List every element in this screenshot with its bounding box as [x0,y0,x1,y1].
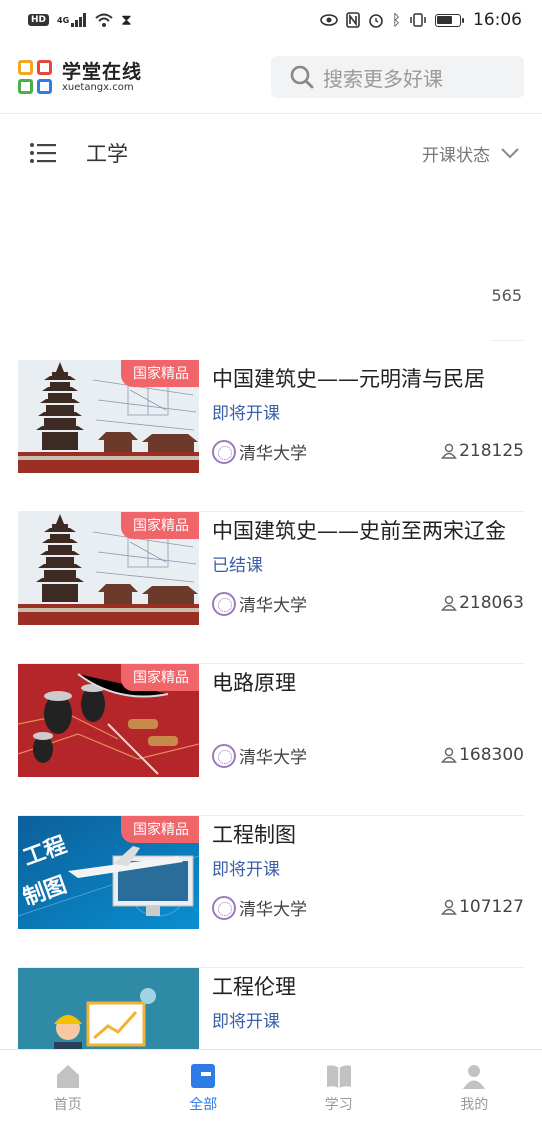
header-divider [0,113,542,114]
logo-title: 学堂在线 [62,60,143,83]
result-count: 565 [491,286,522,305]
status-right: ᛒ 16:06 [320,10,522,30]
bluetooth-icon: ᛒ [391,10,401,29]
eye-icon [320,14,338,26]
course-card[interactable]: 国家精品 电路原理清华大学 168300 [18,664,524,816]
students-icon [441,443,457,459]
tab-profile[interactable]: 我的 [407,1050,542,1125]
course-title[interactable]: 工程伦理 [212,971,296,1001]
hourglass-icon: ⧗ [121,10,132,29]
search-icon [290,65,314,89]
course-thumbnail[interactable]: 国家精品 [18,360,199,473]
course-thumbnail[interactable]: 国家精品 [18,664,199,777]
search-box[interactable]: 搜索更多好课 [271,56,524,98]
students-icon [441,595,457,611]
profile-icon [463,1064,486,1089]
battery-icon [435,13,464,27]
course-status: 已结课 [212,556,263,576]
course-school: 清华大学 [212,591,307,616]
students-icon [441,747,457,763]
tab-book[interactable]: 学习 [271,1050,407,1125]
status-left: HD 4G ⧗ [28,10,132,29]
signal-icon [71,13,87,27]
course-card[interactable]: 工程 制图 国家精品 工程制图即将开课清华大学 107127 [18,816,524,968]
bottom-tab-bar: 首页 全部 学习 我的 [0,1049,542,1125]
book-icon [326,1064,351,1088]
alarm-icon [369,14,383,28]
school-name: 清华大学 [239,444,307,464]
tab-label: 首页 [53,1096,82,1113]
logo-text: 学堂在线 xuetangx.com [62,60,143,93]
count-divider [490,340,524,341]
tab-label: 我的 [460,1096,489,1113]
course-card[interactable]: 国家精品 中国建筑史——元明清与民居即将开课清华大学 218125 [18,360,524,512]
course-status: 即将开课 [212,860,280,880]
course-title[interactable]: 工程制图 [212,819,296,849]
course-thumbnail[interactable]: 国家精品 [18,512,199,625]
course-status: 即将开课 [212,404,280,424]
featured-badge: 国家精品 [121,512,199,539]
course-title[interactable]: 电路原理 [212,667,296,697]
course-title[interactable]: 中国建筑史——元明清与民居 [212,363,485,393]
featured-badge: 国家精品 [121,360,199,387]
course-school: 清华大学 [212,439,307,464]
student-number: 218125 [459,441,524,461]
tab-all-courses[interactable]: 全部 [136,1050,272,1125]
filter-bar: 工学 开课状态 [0,128,542,178]
course-title[interactable]: 中国建筑史——史前至两宋辽金 [212,515,506,545]
university-seal-icon [212,895,236,920]
university-seal-icon [212,439,236,464]
course-card[interactable]: 国家精品 中国建筑史——史前至两宋辽金已结课清华大学 218063 [18,512,524,664]
logo-mark-icon [18,60,54,96]
students-icon [441,899,457,915]
search-placeholder: 搜索更多好课 [323,66,443,91]
enrollment-count: 168300 [441,745,524,765]
app-logo[interactable]: 学堂在线 xuetangx.com [18,60,142,96]
course-status-filter[interactable]: 开课状态 [422,141,520,166]
category-title: 工学 [86,142,128,166]
vibrate-icon [410,13,426,27]
student-number: 218063 [459,593,524,613]
wifi-icon [95,13,113,27]
university-seal-icon [212,743,236,768]
tab-label: 全部 [189,1096,218,1113]
logo-domain: xuetangx.com [62,81,134,93]
filter-label: 开课状态 [422,145,490,166]
student-number: 107127 [459,897,524,917]
status-bar: HD 4G ⧗ ᛒ 16:06 [0,0,542,40]
all-courses-icon [191,1063,216,1088]
featured-badge: 国家精品 [121,816,199,843]
enrollment-count: 218063 [441,593,524,613]
network-type: 4G [57,15,70,25]
chevron-down-icon [501,148,519,159]
course-school: 清华大学 [212,743,307,768]
school-name: 清华大学 [239,748,307,768]
course-thumbnail[interactable]: 工程 制图 国家精品 [18,816,199,929]
course-status: 即将开课 [212,1012,280,1032]
enrollment-count: 218125 [441,441,524,461]
school-name: 清华大学 [239,900,307,920]
course-school: 清华大学 [212,895,307,920]
nfc-icon [346,12,360,28]
university-seal-icon [212,591,236,616]
featured-badge: 国家精品 [121,664,199,691]
course-list: 国家精品 中国建筑史——元明清与民居 即将开课 清华大学 218125 国家精品 中国建筑… [18,360,524,1120]
home-icon [56,1064,79,1088]
school-name: 清华大学 [239,596,307,616]
tab-label: 学习 [324,1096,353,1113]
student-number: 168300 [459,745,524,765]
app-header: 学堂在线 xuetangx.com 搜索更多好课 [0,50,542,106]
category-list-icon[interactable] [30,142,56,164]
enrollment-count: 107127 [441,897,524,917]
hd-badge: HD [28,14,50,26]
tab-home[interactable]: 首页 [0,1050,136,1125]
clock: 16:06 [473,10,522,30]
